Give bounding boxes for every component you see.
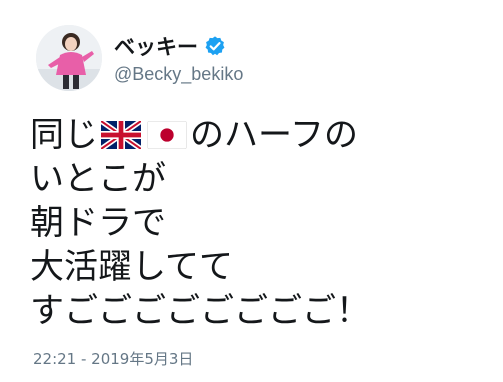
tweet-line-1: 同じ のハーフの bbox=[30, 113, 480, 157]
avatar-photo-icon bbox=[36, 25, 102, 91]
tweet-timestamp[interactable]: 22:21 - 2019年5月3日 bbox=[33, 348, 193, 369]
tweet-text: 同じ のハーフの いとこが 朝ドラで 大活躍してて すごごごごごごごご！ bbox=[30, 113, 480, 333]
uk-flag-icon bbox=[99, 116, 143, 160]
verified-badge-icon bbox=[204, 35, 226, 57]
name-row: ベッキー bbox=[114, 32, 243, 60]
tweet-header: ベッキー @Becky_bekiko bbox=[36, 25, 243, 91]
display-name[interactable]: ベッキー bbox=[114, 31, 198, 61]
user-names: ベッキー @Becky_bekiko bbox=[114, 32, 243, 85]
tweet-line-1-prefix: 同じ bbox=[30, 115, 98, 155]
tweet-line-1-suffix: のハーフの bbox=[190, 115, 358, 155]
tweet-line-3: 朝ドラで bbox=[30, 203, 166, 243]
tweet-line-4: 大活躍してて bbox=[30, 247, 233, 287]
tweet-card: ベッキー @Becky_bekiko 同じ のハーフの いとこが 朝ドラで 大活… bbox=[0, 0, 503, 382]
tweet-line-2: いとこが bbox=[30, 159, 166, 199]
japan-flag-icon bbox=[147, 116, 187, 160]
tweet-line-5: すごごごごごごごご！ bbox=[30, 291, 370, 331]
avatar[interactable] bbox=[36, 25, 102, 91]
user-handle[interactable]: @Becky_bekiko bbox=[114, 64, 243, 85]
